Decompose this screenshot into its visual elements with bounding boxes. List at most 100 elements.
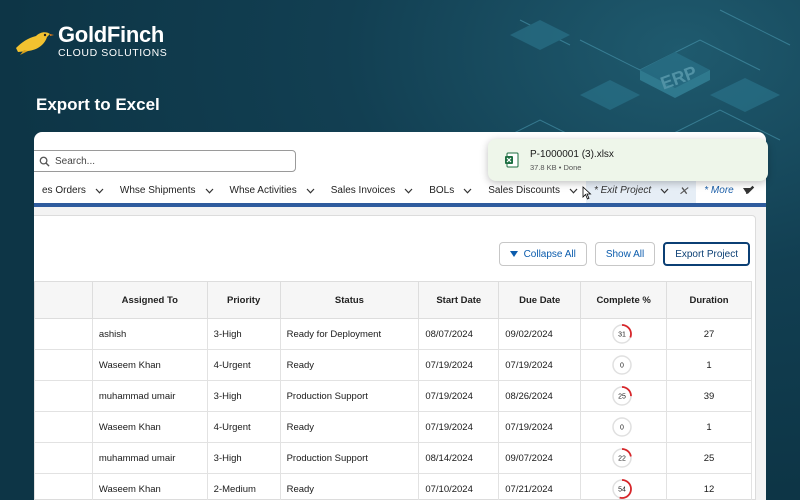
start-value: 07/19/2024 [425, 421, 473, 433]
chevron-down-icon[interactable] [95, 188, 104, 194]
progress-ring: 0 [612, 355, 633, 375]
cell-due: 07/21/2024 [498, 473, 582, 500]
assigned-value: muhammad umair [98, 390, 176, 402]
priority-value: 3-High [213, 328, 242, 340]
row-spacer-cell [34, 473, 93, 500]
cell-status: Ready [279, 349, 420, 381]
cell-due: 07/19/2024 [498, 349, 582, 381]
column-header[interactable]: Complete % [580, 281, 668, 319]
chevron-down-icon[interactable] [306, 188, 315, 194]
assigned-value: ashish [98, 328, 127, 340]
status-value: Production Support [286, 452, 368, 464]
table-row[interactable]: muhammad umair 3-High Production Support 07… [34, 380, 752, 412]
cell-priority: 3-High [206, 442, 281, 474]
priority-value: 2-Medium [213, 483, 256, 495]
cell-start: 07/10/2024 [418, 473, 500, 500]
tab-item[interactable]: Sales Invoices [323, 178, 421, 203]
cell-priority: 4-Urgent [206, 411, 281, 443]
table-row[interactable]: Waseem Khan 4-Urgent Ready 07/19/2024 07/19/… [34, 349, 752, 381]
progress-value: 31 [618, 332, 626, 339]
collapse-all-button[interactable]: Collapse All [498, 242, 587, 266]
status-value: Ready [286, 421, 315, 433]
chevron-down-icon[interactable] [404, 188, 413, 194]
chevron-down-icon[interactable] [463, 188, 472, 194]
tab-label: Whse Activities [229, 185, 297, 196]
chevron-down-icon[interactable] [205, 188, 214, 194]
cell-status: Ready [279, 473, 420, 500]
start-value: 08/14/2024 [425, 452, 473, 464]
progress-ring: 25 [612, 386, 633, 406]
cell-duration: 12 [666, 473, 752, 500]
priority-value: 4-Urgent [213, 359, 251, 371]
cell-assigned: Waseem Khan [91, 411, 208, 443]
cell-complete: 22 [580, 442, 668, 474]
progress-ring: 31 [612, 324, 633, 344]
tab-item[interactable]: BOLs [421, 178, 480, 203]
cell-priority: 2-Medium [206, 473, 281, 500]
cell-status: Ready [279, 411, 420, 443]
column-header[interactable]: Status [279, 281, 420, 319]
priority-value: 3-High [213, 390, 242, 402]
due-value: 07/19/2024 [505, 359, 553, 371]
tab-item[interactable]: Whse Shipments [112, 178, 222, 203]
status-value: Ready [286, 483, 315, 495]
column-header[interactable] [34, 281, 93, 319]
row-spacer-cell [34, 349, 93, 381]
download-popup[interactable]: P-1000001 (3).xlsx 37.8 KB • Done [488, 139, 768, 181]
search-icon [39, 156, 50, 167]
column-header[interactable]: Assigned To [91, 281, 208, 319]
chevron-down-icon[interactable] [569, 188, 578, 194]
table-row[interactable]: Waseem Khan 4-Urgent Ready 07/19/2024 07/19/… [34, 411, 752, 443]
edit-nav-icon[interactable] [744, 184, 756, 196]
app-window: Search... L es OrdersWhse ShipmentsWhse … [34, 132, 766, 500]
table-row[interactable]: muhammad umair 3-High Production Support 08… [34, 442, 752, 474]
goldfinch-bird-icon [16, 32, 54, 56]
cell-priority: 4-Urgent [206, 349, 281, 381]
table-row[interactable]: Waseem Khan 2-Medium Ready 07/10/2024 07/21/… [34, 473, 752, 500]
row-spacer-cell [34, 411, 93, 443]
close-tab-icon[interactable]: ✕ [678, 184, 688, 198]
column-header[interactable]: Duration [666, 281, 752, 319]
assigned-value: Waseem Khan [98, 359, 161, 371]
tab-label: * More [704, 185, 734, 196]
cell-complete: 25 [580, 380, 668, 412]
show-all-button[interactable]: Show All [594, 242, 656, 266]
tab-label: BOLs [429, 185, 455, 196]
duration-value: 1 [706, 359, 712, 371]
due-value: 07/19/2024 [505, 421, 553, 433]
cell-start: 07/19/2024 [418, 349, 500, 381]
progress-value: 0 [620, 425, 624, 432]
due-value: 09/02/2024 [505, 328, 553, 340]
brand-logo: GoldFinch CLOUD SOLUTIONS [14, 24, 167, 59]
table-header-row: Assigned To Priority Status Start Date Due D… [34, 281, 752, 319]
progress-value: 54 [618, 487, 626, 494]
column-header[interactable]: Due Date [498, 281, 582, 319]
content-area: Collapse All Show All Export Project Ass… [34, 207, 766, 500]
search-input[interactable]: Search... [34, 150, 296, 172]
cell-assigned: ashish [91, 318, 208, 350]
export-project-button[interactable]: Export Project [663, 242, 750, 266]
tab-item[interactable]: * Exit Project ✕ [585, 178, 697, 203]
column-header[interactable]: Start Date [418, 281, 500, 319]
progress-value: 25 [618, 394, 626, 401]
cell-duration: 1 [666, 411, 752, 443]
cell-complete: 0 [580, 349, 668, 381]
tab-item[interactable]: es Orders [34, 178, 112, 203]
cell-status: Production Support [279, 380, 420, 412]
row-spacer-cell [34, 442, 93, 474]
tab-item[interactable]: Whse Activities [222, 178, 323, 203]
cell-duration: 39 [666, 380, 752, 412]
cell-status: Ready for Deployment [279, 318, 420, 350]
table-row[interactable]: ashish 3-High Ready for Deployment 08/07/20… [34, 318, 752, 350]
tab-label: Sales Invoices [330, 185, 396, 196]
column-header[interactable]: Priority [206, 281, 281, 319]
tab-item[interactable]: Sales Discounts [480, 178, 586, 203]
chevron-down-icon[interactable] [660, 188, 669, 194]
progress-value: 22 [618, 456, 626, 463]
page-heading: Export to Excel [36, 95, 160, 114]
cell-status: Production Support [279, 442, 420, 474]
cell-start: 07/19/2024 [418, 380, 500, 412]
row-spacer-cell [34, 380, 93, 412]
excel-file-icon [505, 152, 519, 168]
priority-value: 4-Urgent [213, 421, 251, 433]
